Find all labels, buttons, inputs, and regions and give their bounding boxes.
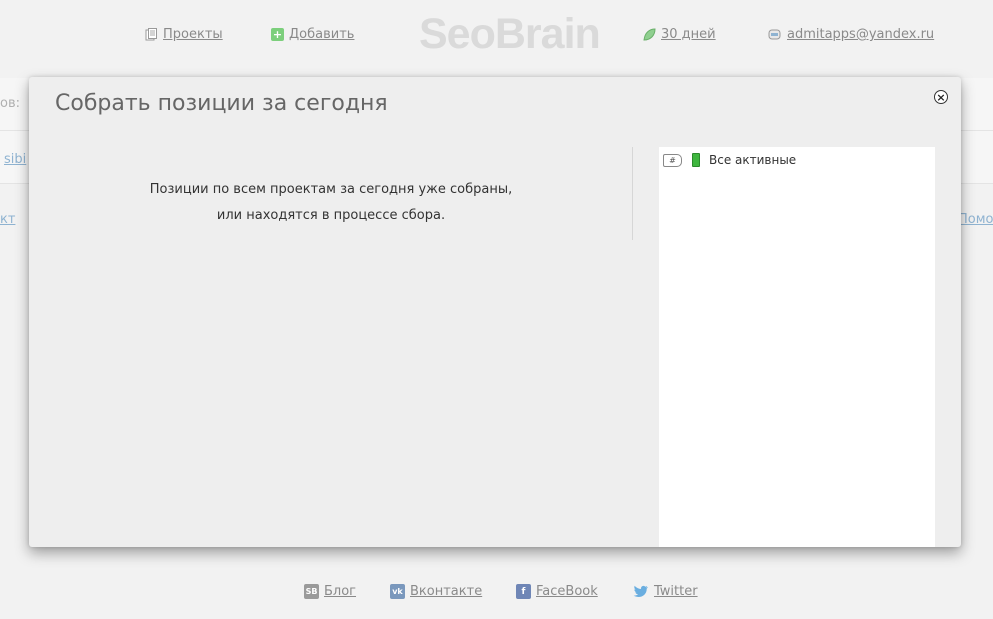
top-navigation: Проекты + Добавить SeoBrain 30 дней admi… xyxy=(0,0,993,70)
modal-title: Собрать позиции за сегодня xyxy=(55,91,388,116)
footer-facebook-link[interactable]: FaceBook xyxy=(536,584,598,599)
twitter-icon xyxy=(633,585,648,597)
background-link-fragment: кт xyxy=(0,212,16,227)
footer-vk-link[interactable]: Вконтакте xyxy=(410,584,482,599)
nav-account[interactable]: admitapps@yandex.ru xyxy=(767,27,934,42)
footer-twitter-link[interactable]: Twitter xyxy=(654,584,698,599)
footer-twitter[interactable]: Twitter xyxy=(633,584,698,599)
nav-account-email[interactable]: admitapps@yandex.ru xyxy=(787,27,934,42)
documents-icon xyxy=(145,28,157,41)
close-icon: × xyxy=(936,90,946,104)
leaf-icon xyxy=(643,28,656,41)
vertical-divider xyxy=(632,147,633,240)
plus-icon: + xyxy=(271,28,284,41)
collect-positions-modal: Собрать позиции за сегодня × Позиции по … xyxy=(29,77,961,547)
footer: SB Блог vk Вконтакте f FaceBook Twitter xyxy=(0,584,993,604)
facebook-icon: f xyxy=(516,584,531,599)
close-button[interactable]: × xyxy=(934,90,948,104)
tag-icon: # xyxy=(663,153,682,167)
footer-facebook[interactable]: f FaceBook xyxy=(516,584,598,599)
nav-days[interactable]: 30 дней xyxy=(643,27,716,42)
battery-icon xyxy=(692,153,700,167)
nav-projects-link[interactable]: Проекты xyxy=(163,27,223,42)
list-item-label: Все активные xyxy=(709,153,797,167)
footer-blog-link[interactable]: Блог xyxy=(324,584,356,599)
list-item-all-active[interactable]: # Все активные xyxy=(663,153,796,167)
blog-icon: SB xyxy=(304,584,319,599)
robot-avatar-icon xyxy=(768,29,781,40)
status-message-line-2: или находятся в процессе сбора. xyxy=(216,208,446,223)
status-message: Позиции по всем проектам за сегодня уже … xyxy=(69,177,593,229)
footer-blog[interactable]: SB Блог xyxy=(304,584,356,599)
nav-days-link[interactable]: 30 дней xyxy=(661,27,716,42)
background-help-link-fragment: Помо xyxy=(958,212,993,227)
footer-vk[interactable]: vk Вконтакте xyxy=(390,584,482,599)
project-filter-panel: # Все активные xyxy=(659,147,935,547)
vk-icon: vk xyxy=(390,584,405,599)
background-label-fragment: ов: xyxy=(0,96,20,111)
site-logo[interactable]: SeoBrain xyxy=(419,10,601,59)
nav-projects[interactable]: Проекты xyxy=(145,27,223,42)
nav-add[interactable]: + Добавить xyxy=(271,27,354,42)
nav-add-link[interactable]: Добавить xyxy=(289,27,354,42)
background-project-link-fragment: sibi xyxy=(4,152,27,167)
status-message-line-1: Позиции по всем проектам за сегодня уже … xyxy=(149,182,513,197)
